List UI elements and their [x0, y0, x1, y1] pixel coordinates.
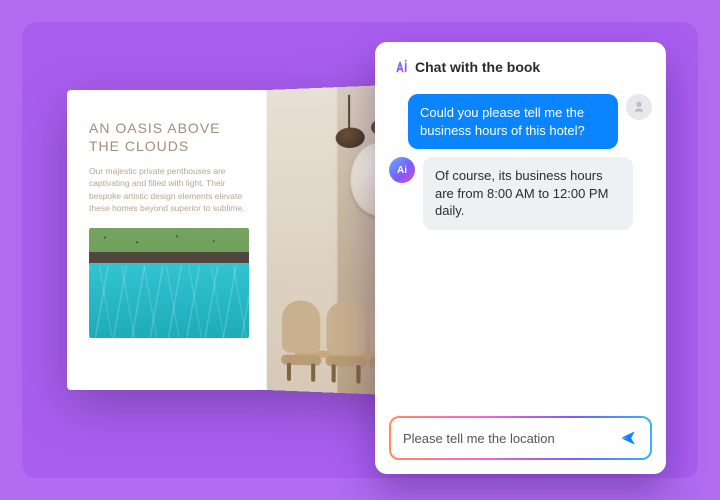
chat-title: Chat with the book — [415, 59, 540, 75]
bot-avatar-label: Ai — [397, 165, 407, 176]
message-row-user: Could you please tell me the business ho… — [389, 94, 652, 149]
send-icon — [619, 428, 639, 448]
page-heading: AN OASIS ABOVE THE CLOUDS — [89, 120, 249, 155]
message-row-bot: Ai Of course, its business hours are fro… — [389, 157, 652, 230]
bot-message-bubble: Of course, its business hours are from 8… — [423, 157, 633, 230]
canvas: AN OASIS ABOVE THE CLOUDS Our majestic p… — [22, 22, 698, 478]
send-button[interactable] — [618, 427, 640, 449]
ai-logo-icon — [391, 58, 409, 76]
chat-panel: Chat with the book Could you please tell… — [375, 42, 666, 474]
chat-messages: Could you please tell me the business ho… — [389, 86, 652, 416]
chat-input[interactable] — [403, 431, 618, 446]
user-avatar-icon — [626, 94, 652, 120]
chat-header: Chat with the book — [389, 56, 652, 86]
pool-photo — [89, 228, 249, 338]
book-page-left: AN OASIS ABOVE THE CLOUDS Our majestic p… — [67, 90, 267, 390]
chat-input-container — [389, 416, 652, 460]
page-body: Our majestic private penthouses are capt… — [89, 165, 249, 214]
bot-avatar-icon: Ai — [389, 157, 415, 183]
user-message-bubble: Could you please tell me the business ho… — [408, 94, 618, 149]
